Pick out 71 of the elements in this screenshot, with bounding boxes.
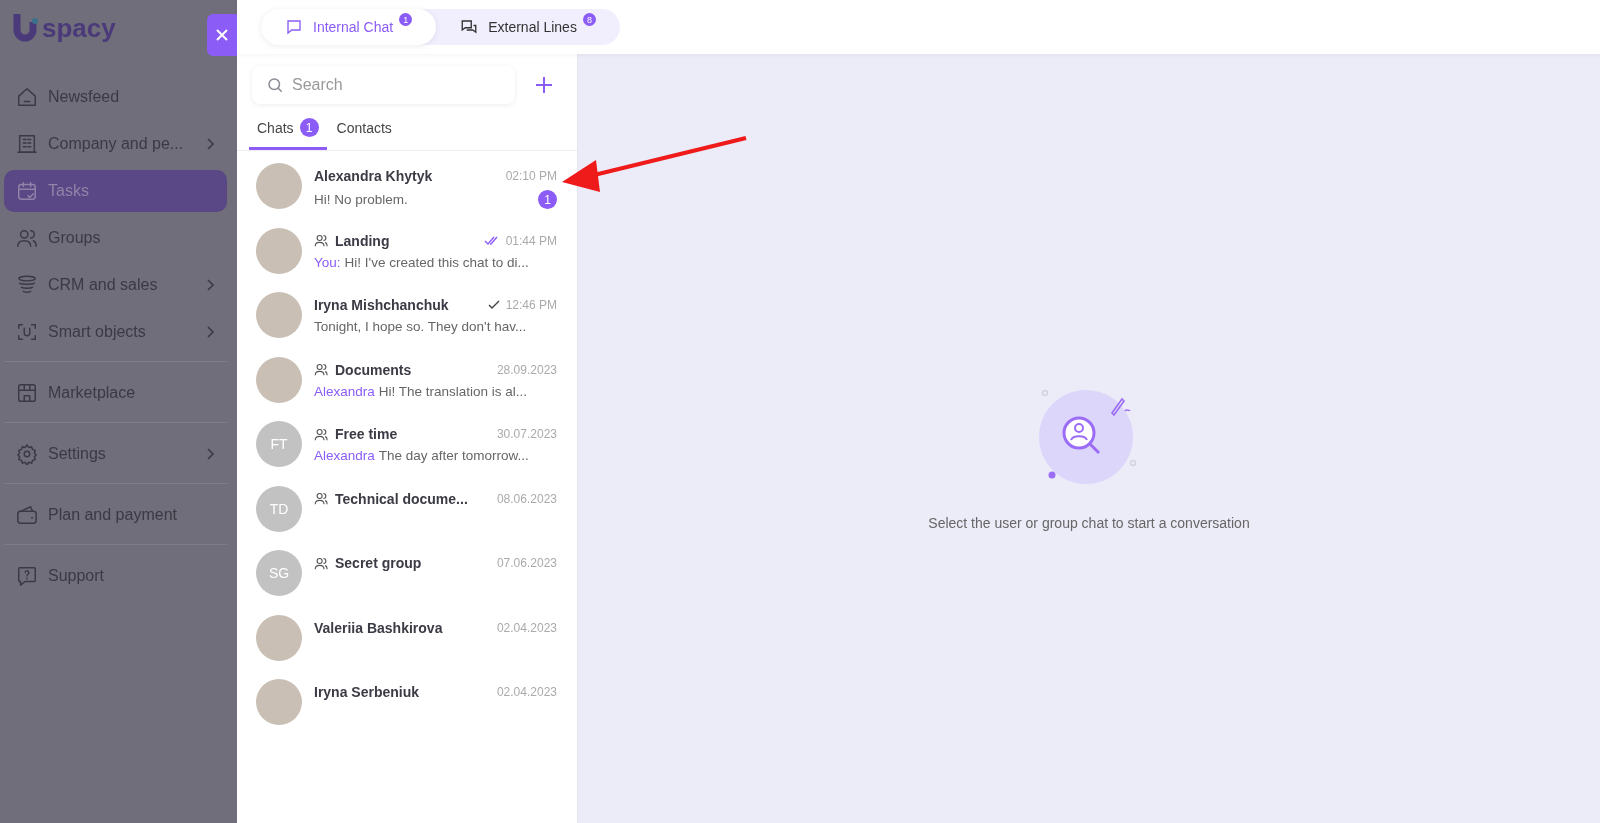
count-badge: 1 xyxy=(399,13,413,26)
list-tab[interactable]: Contacts xyxy=(328,114,400,150)
message-preview: The day after tomorrow... xyxy=(378,448,530,463)
calendar-icon xyxy=(16,180,38,202)
chat-time: 01:44 PM xyxy=(505,233,557,248)
chat-time: 02.04.2023 xyxy=(496,620,557,635)
chat-name: Iryna Mishchanchuk xyxy=(314,297,450,313)
chat-bubbles-icon xyxy=(460,18,479,36)
chat-name: Iryna Serbeniuk xyxy=(314,684,421,700)
chevron-icon xyxy=(205,137,215,151)
chat-name: Documents xyxy=(335,361,413,378)
group-icon xyxy=(314,233,329,248)
add-icon[interactable] xyxy=(535,76,553,94)
chevron-icon xyxy=(205,278,215,292)
avatar-photo-placeholder xyxy=(256,292,302,338)
sidebar-item[interactable]: Tasks xyxy=(4,170,227,212)
message-author: Alexandra xyxy=(314,383,375,399)
help-icon xyxy=(16,565,38,587)
avatar-initials: SG xyxy=(256,550,302,596)
chat-time: 02.04.2023 xyxy=(496,685,557,699)
group-icon xyxy=(314,426,329,442)
message-author: You: xyxy=(314,254,341,270)
chevron-icon xyxy=(205,447,215,461)
count-badge: 8 xyxy=(582,13,596,26)
group-icon xyxy=(314,362,329,377)
chat-time: 30.07.2023 xyxy=(496,427,557,441)
chat-time: 28.09.2023 xyxy=(496,362,557,377)
message-preview: Hi! I've created this chat to di... xyxy=(344,254,530,270)
funnel-icon xyxy=(16,274,38,296)
chat-name: Technical docume... xyxy=(335,490,469,507)
chat-name: Valeriia Bashkirova xyxy=(314,619,444,636)
chat-time: 12:46 PM xyxy=(505,298,557,312)
search-icon xyxy=(266,76,284,94)
avatar-photo-placeholder xyxy=(256,614,302,661)
chat-time: 08.06.2023 xyxy=(496,491,557,506)
chevron-icon xyxy=(205,325,215,339)
close-button[interactable] xyxy=(207,14,237,56)
logo-icon xyxy=(12,12,40,44)
list-tab[interactable]: Chats 1 xyxy=(249,114,327,150)
group-icon xyxy=(314,555,329,571)
chat-name: Alexandra Khytyk xyxy=(314,168,434,184)
avatar-photo-placeholder xyxy=(256,679,302,725)
unread-badge: 1 xyxy=(538,190,557,209)
message-preview: Tonight, I hope so. They don't hav... xyxy=(314,319,528,334)
chat-name: Free time xyxy=(335,426,399,442)
store-icon xyxy=(16,382,38,404)
avatar-photo-placeholder xyxy=(256,227,302,274)
top-tab[interactable]: Internal Chat 1 xyxy=(261,9,437,45)
search-field[interactable]: Search xyxy=(252,66,515,104)
top-tab[interactable]: External Lines 8 xyxy=(436,9,620,45)
chat-time: 02:10 PM xyxy=(505,169,557,183)
home-icon xyxy=(16,86,38,108)
close-icon xyxy=(215,28,229,42)
wallet-icon xyxy=(16,504,38,526)
message-preview: Hi! No problem. xyxy=(314,192,409,207)
avatar-initials: TD xyxy=(256,485,302,532)
message-author: Alexandra xyxy=(314,448,375,463)
chat-name: Secret group xyxy=(335,555,423,571)
building-icon xyxy=(16,133,38,155)
avatar-photo-placeholder xyxy=(256,356,302,403)
people-icon xyxy=(16,227,38,249)
avatar-photo-placeholder xyxy=(256,163,302,209)
avatar-initials: FT xyxy=(256,421,302,467)
chat-time: 07.06.2023 xyxy=(496,556,557,570)
group-icon xyxy=(314,491,329,506)
chat-name: Landing xyxy=(335,232,391,249)
empty-state-message: Select the user or group chat to start a conversation xyxy=(928,514,1250,531)
message-preview: Hi! The translation is al... xyxy=(378,383,529,399)
scan-icon xyxy=(16,321,38,343)
gear-icon xyxy=(16,443,38,465)
chat-icon xyxy=(285,18,303,36)
